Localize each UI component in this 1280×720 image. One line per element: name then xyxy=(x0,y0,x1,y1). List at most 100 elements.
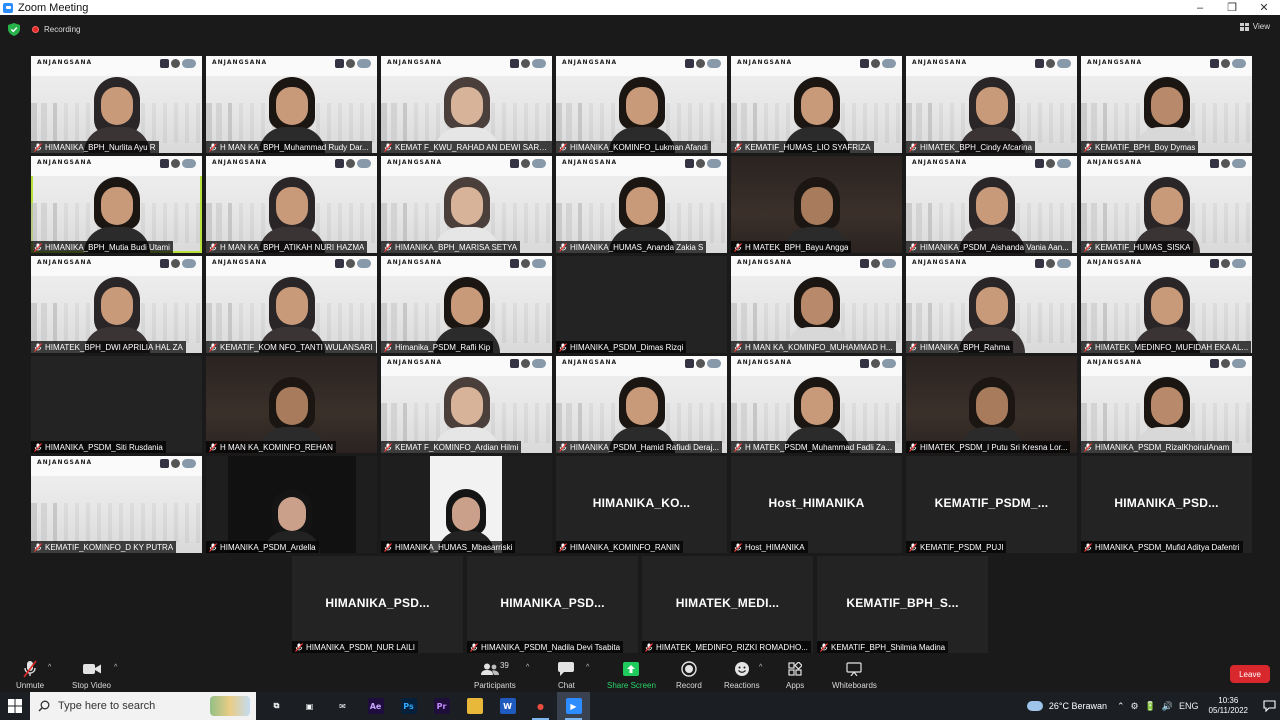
taskbar-app-after-effects[interactable]: Ae xyxy=(359,692,392,720)
participant-tile[interactable]: HIMANIKA_PSD... HIMANIKA_PSDM_Mufid Adity… xyxy=(1081,456,1252,553)
participant-tile[interactable]: ANJANGSANA KEMATIF_KOM NFO_TANTI WULANSAR… xyxy=(206,256,377,353)
participant-tile[interactable]: ANJANGSANA KEMATIF_BPH_Boy Dymas xyxy=(1081,56,1252,153)
leave-button[interactable]: Leave xyxy=(1230,665,1270,683)
chat-caret-icon[interactable]: ^ xyxy=(586,664,589,671)
record-button[interactable]: Record xyxy=(676,660,702,690)
recording-indicator[interactable]: Recording xyxy=(32,25,80,34)
taskbar-app-chrome[interactable]: ● xyxy=(524,692,557,720)
reactions-button[interactable]: Reactions xyxy=(724,660,760,690)
taskbar-app-word[interactable]: W xyxy=(491,692,524,720)
muted-mic-icon xyxy=(645,642,653,652)
sponsor-logos-icon xyxy=(685,59,721,68)
participant-name-label: HIMATEK_PSDM_I Putu Sri Kresna Lor... xyxy=(906,441,1071,453)
tray-icon[interactable]: ⚙ xyxy=(1131,701,1139,712)
share-screen-button[interactable]: Share Screen xyxy=(607,660,656,690)
taskbar-clock[interactable]: 10:36 05/11/2022 xyxy=(1209,696,1248,716)
participant-tile[interactable]: ANJANGSANA HIMANIKA_BPH_Rahma xyxy=(906,256,1077,353)
minimize-button[interactable]: – xyxy=(1184,0,1216,15)
participant-tile[interactable]: HIMANIKA_PSDM_Dimas Rizqi xyxy=(556,256,727,353)
participant-tile[interactable]: ANJANGSANA HIMANIKA_BPH_Mutia Budi Utami xyxy=(31,156,202,253)
participant-tile[interactable]: ANJANGSANAH MATEK_BPH_Bayu Angga xyxy=(731,156,902,253)
participant-tile[interactable]: ANJANGSANA KEMATIF_KOMINFO_D KY PUTRA xyxy=(31,456,202,553)
unmute-button[interactable]: Unmute xyxy=(16,660,44,690)
restore-button[interactable]: ❐ xyxy=(1216,0,1248,15)
apps-button[interactable]: Apps xyxy=(786,660,804,690)
participant-tile[interactable]: ANJANGSANA KEMATIF_HUMAS_LIO SYAFRIZA xyxy=(731,56,902,153)
taskbar-app-zoom[interactable]: ▶ xyxy=(557,692,590,720)
participant-name: HIMANIKA_PSDM_Ardella xyxy=(220,542,316,552)
participant-name-label: HIMANIKA_PSDM_Siti Rusdania xyxy=(31,441,166,453)
view-button[interactable]: View xyxy=(1239,22,1270,31)
participant-name-label: HIMANIKA_BPH_Rahma xyxy=(906,341,1013,353)
participant-tile[interactable]: HIMANIKA_PSD... HIMANIKA_PSDM_NUR LAILI xyxy=(292,556,463,653)
participant-tile[interactable]: ANJANGSANA HIMATEK_BPH_DWI APRILIA HAL ZA xyxy=(31,256,202,353)
tray-icon[interactable]: 🔋 xyxy=(1145,701,1156,712)
participant-tile[interactable]: ANJANGSANA HIMANIKA_KOMINFO_Lukman Afandi xyxy=(556,56,727,153)
reactions-caret-icon[interactable]: ^ xyxy=(759,664,762,671)
video-options-caret-icon[interactable]: ^ xyxy=(114,664,117,671)
window-title: Zoom Meeting xyxy=(18,1,89,14)
weather-widget[interactable]: 26°C Berawan xyxy=(1026,701,1107,711)
participant-tile[interactable]: HIMANIKA_PSDM_Siti Rusdania xyxy=(31,356,202,453)
participant-name: KEMATIF_PSDM_PUJI xyxy=(920,542,1004,552)
whiteboards-button[interactable]: Whiteboards xyxy=(832,660,877,690)
chat-button[interactable]: Chat xyxy=(558,660,575,690)
participant-tile[interactable]: ANJANGSANA HIMATEK_BPH_Cindy Afcarina xyxy=(906,56,1077,153)
participant-tile[interactable]: HIMANIKA_PSDM_Ardella xyxy=(206,456,377,553)
participant-name-label: HIMANIKA_BPH_Mutia Budi Utami xyxy=(31,241,173,253)
participant-tile[interactable]: ANJANGSANA HIMANIKA_HUMAS_Ananda Zakia S xyxy=(556,156,727,253)
taskbar-app-premiere[interactable]: Pr xyxy=(425,692,458,720)
taskbar-app-photoshop[interactable]: Ps xyxy=(392,692,425,720)
participant-name-label: HIMANIKA_PSDM_Ardella xyxy=(206,541,319,553)
participant-name-label: H MAN KA_KOMINFO_REHAN xyxy=(206,441,336,453)
participant-tile[interactable]: Host_HIMANIKA Host_HIMANIKA xyxy=(731,456,902,553)
participant-tile[interactable]: KEMATIF_BPH_S... KEMATIF_BPH_Shilmia Madi… xyxy=(817,556,988,653)
participant-tile[interactable]: ANJANGSANAHIMATEK_PSDM_I Putu Sri Kresna… xyxy=(906,356,1077,453)
participant-tile[interactable]: ANJANGSANA Himanika_PSDM_Rafli Kip xyxy=(381,256,552,353)
muted-mic-icon xyxy=(909,342,917,352)
taskbar-app-task-view[interactable]: ⧉ xyxy=(260,692,293,720)
participant-name-label: HIMANIKA_BPH_MARISA SETYA xyxy=(381,241,521,253)
participant-tile[interactable]: HIMANIKA_KO... HIMANIKA_KOMINFO_RANIN xyxy=(556,456,727,553)
participant-tile[interactable]: ANJANGSANA HIMANIKA_BPH_MARISA SETYA xyxy=(381,156,552,253)
participant-tile[interactable]: ANJANGSANA H MAN KA_BPH_Muhammad Rudy Dar… xyxy=(206,56,377,153)
participants-button[interactable]: 39 Participants xyxy=(474,660,516,691)
chrome-icon: ● xyxy=(537,701,544,711)
participant-tile[interactable]: HIMANIKA_HUMAS_Mbasarriski xyxy=(381,456,552,553)
participant-tile[interactable]: ANJANGSANA HIMANIKA_BPH_Nurlita Ayu R xyxy=(31,56,202,153)
taskbar-app-file-explorer[interactable]: ▬ xyxy=(458,692,491,720)
taskbar-app-store[interactable]: ▣ xyxy=(293,692,326,720)
participant-tile[interactable]: ANJANGSANA HIMANIKA_PSDM_RizalKhoirulAnam xyxy=(1081,356,1252,453)
stop-video-button[interactable]: Stop Video xyxy=(72,660,111,690)
participant-name-label: HIMATEK_BPH_DWI APRILIA HAL ZA xyxy=(31,341,186,353)
participant-tile[interactable]: ANJANGSANA HIMANIKA_PSDM_Aishanda Vania A… xyxy=(906,156,1077,253)
notification-button[interactable] xyxy=(1258,700,1280,712)
audio-options-caret-icon[interactable]: ^ xyxy=(48,664,51,671)
participant-tile[interactable]: ANJANGSANAH MAN KA_KOMINFO_REHAN xyxy=(206,356,377,453)
participant-name: HIMANIKA_KOMINFO_RANIN xyxy=(570,542,680,552)
muted-mic-icon xyxy=(1084,142,1092,152)
participant-tile[interactable]: ANJANGSANA HIMANIKA_PSDM_Hamid Rafiudi De… xyxy=(556,356,727,453)
tray-icon[interactable]: 🔊 xyxy=(1162,701,1173,712)
participant-tile[interactable]: ANJANGSANA HIMATEK_MEDINFO_MUFIDAH EKA AL… xyxy=(1081,256,1252,353)
close-button[interactable]: ✕ xyxy=(1248,0,1280,15)
participant-tile[interactable]: ANJANGSANA KEMAT F_KOMINFO_Ardian Hilmi xyxy=(381,356,552,453)
tray-icon[interactable]: ⌃ xyxy=(1117,701,1125,712)
taskbar-app-mail[interactable]: ✉ xyxy=(326,692,359,720)
taskbar-search[interactable]: Type here to search xyxy=(30,692,256,720)
taskbar-apps: ⧉ ▣ ✉ Ae Ps Pr ▬ W ● ▶ xyxy=(260,692,590,720)
participant-name: H MAN KA_BPH_Muhammad Rudy Dar... xyxy=(220,142,369,152)
participant-name-label: HIMANIKA_KOMINFO_RANIN xyxy=(556,541,683,553)
participants-caret-icon[interactable]: ^ xyxy=(526,664,529,671)
participant-tile[interactable]: KEMATIF_PSDM_... KEMATIF_PSDM_PUJI xyxy=(906,456,1077,553)
participant-tile[interactable]: ANJANGSANA KEMATIF_HUMAS_SISKA xyxy=(1081,156,1252,253)
start-button[interactable] xyxy=(0,692,30,720)
participant-tile[interactable]: ANJANGSANA H MAN KA_BPH_ATIKAH NURI HAZMA xyxy=(206,156,377,253)
participant-tile[interactable]: ANJANGSANA H MATEK_PSDM_Muhammad Fadli Za… xyxy=(731,356,902,453)
security-shield-icon[interactable] xyxy=(8,22,20,36)
participant-tile[interactable]: HIMANIKA_PSD... HIMANIKA_PSDM_Nadila Devi… xyxy=(467,556,638,653)
participant-tile[interactable]: HIMATEK_MEDI... HIMATEK_MEDINFO_RIZKI ROM… xyxy=(642,556,813,653)
tray-icon[interactable]: ENG xyxy=(1179,701,1199,712)
participant-tile[interactable]: ANJANGSANA H MAN KA_KOMINFO_MUHAMMAD H... xyxy=(731,256,902,353)
participant-tile[interactable]: ANJANGSANA KEMAT F_KWU_RAHAD AN DEWI SARA… xyxy=(381,56,552,153)
